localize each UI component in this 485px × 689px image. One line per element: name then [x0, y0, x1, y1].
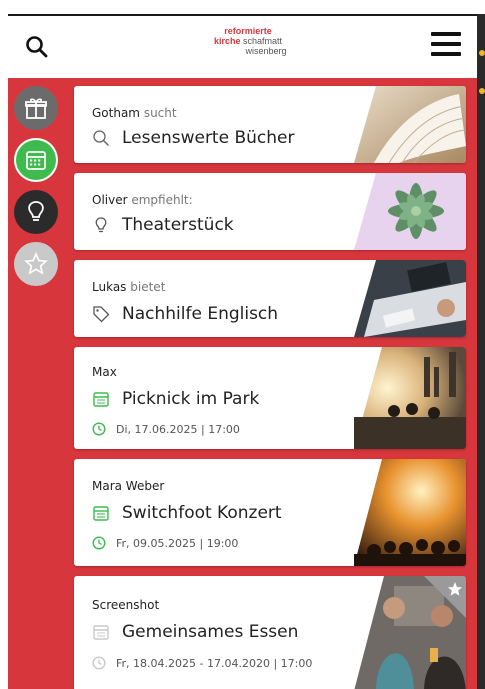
filter-events-button[interactable] — [14, 138, 58, 182]
author-name: Lukas — [92, 280, 127, 294]
menu-button[interactable] — [431, 32, 461, 60]
clock-icon — [92, 656, 106, 670]
calendar-icon — [93, 506, 109, 521]
card-title: Picknick im Park — [122, 389, 260, 409]
author-name: Oliver — [92, 193, 128, 207]
card-title: Theaterstück — [122, 215, 234, 235]
search-icon — [26, 36, 48, 58]
calendar-icon — [93, 625, 109, 640]
logo-line2-gray: schafmatt — [243, 36, 283, 46]
concert-photo — [354, 459, 466, 566]
event-date: Fr, 09.05.2025 | 19:00 — [116, 536, 239, 550]
app-screen: reformierte kirche schafmatt wisenberg G… — [8, 14, 477, 689]
tag-icon — [93, 306, 110, 323]
search-icon — [93, 130, 109, 146]
church-logo[interactable]: reformierte kirche schafmatt wisenberg — [178, 26, 318, 56]
action-verb: empfiehlt: — [131, 193, 193, 207]
action-verb: bietet — [130, 280, 166, 294]
notification-dot — [479, 50, 485, 56]
right-edge-bar — [477, 14, 485, 689]
list-item[interactable]: Oliver empfiehlt: Theaterstück — [74, 173, 466, 250]
hamburger-icon — [431, 32, 461, 36]
favorite-badge[interactable] — [424, 576, 466, 618]
filter-ideas-button[interactable] — [14, 190, 58, 234]
list-item[interactable]: Mara Weber Switchfoot Konzert Fr, 09.05.… — [74, 459, 466, 566]
author-name: Mara Weber — [92, 479, 165, 493]
list-item[interactable]: Gotham sucht Lesenswerte Bücher — [74, 86, 466, 163]
card-title: Switchfoot Konzert — [122, 503, 282, 523]
star-icon — [24, 252, 48, 275]
card-title: Nachhilfe Englisch — [122, 304, 279, 324]
book-photo — [354, 86, 466, 163]
author-name: Screenshot — [92, 598, 160, 612]
card-title: Lesenswerte Bücher — [122, 128, 295, 148]
clock-icon — [92, 536, 106, 550]
gift-icon — [25, 98, 47, 119]
logo-line2-red: kirche — [213, 36, 241, 46]
author-name: Gotham — [92, 106, 140, 120]
logo-line3: wisenberg — [245, 46, 287, 56]
tutoring-photo — [354, 260, 466, 337]
succulent-photo — [354, 173, 466, 250]
clock-icon — [92, 422, 106, 436]
list-item[interactable]: Lukas bietet Nachhilfe Englisch — [74, 260, 466, 337]
calendar-icon — [93, 392, 109, 407]
app-header: reformierte kirche schafmatt wisenberg — [8, 16, 477, 78]
picnic-photo — [354, 347, 466, 449]
card-title: Gemeinsames Essen — [122, 622, 299, 642]
search-button[interactable] — [24, 34, 50, 60]
list-item[interactable]: Max Picknick im Park Di, 17.06.2025 | 17… — [74, 347, 466, 449]
filter-gift-button[interactable] — [14, 86, 58, 130]
lightbulb-icon — [95, 217, 107, 233]
lightbulb-icon — [28, 201, 44, 221]
list-item[interactable]: Screenshot Gemeinsames Essen Fr, 18.04.2… — [74, 576, 466, 689]
calendar-icon — [26, 151, 46, 170]
action-verb: sucht — [143, 106, 177, 120]
filter-favorites-button[interactable] — [14, 242, 58, 286]
event-date: Fr, 18.04.2025 - 17.04.2020 | 17:00 — [116, 656, 313, 670]
notification-dot — [479, 88, 485, 94]
logo-line1: reformierte — [224, 26, 272, 36]
author-name: Max — [92, 365, 117, 379]
event-date: Di, 17.06.2025 | 17:00 — [116, 422, 240, 436]
